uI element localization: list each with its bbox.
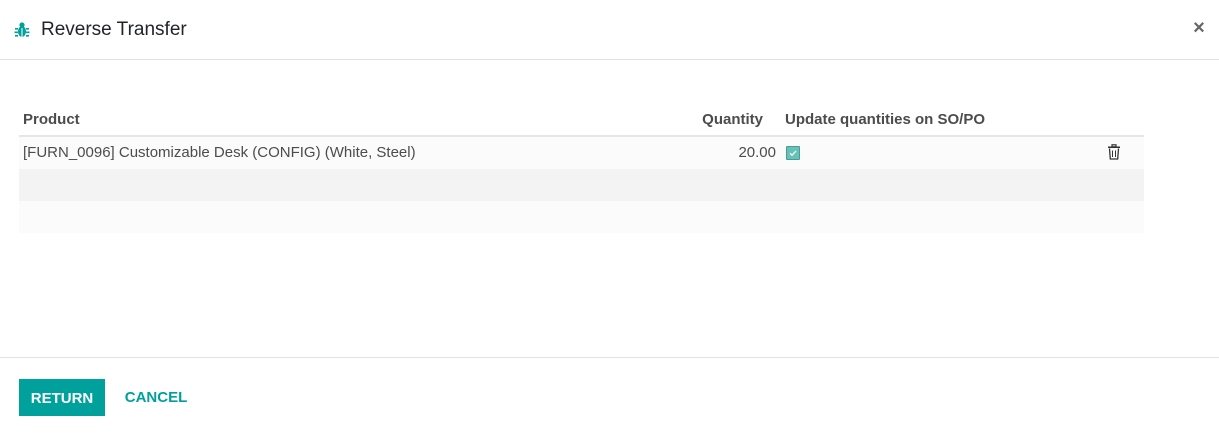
bug-icon (14, 21, 30, 39)
column-header-product[interactable]: Product (23, 111, 80, 129)
close-button[interactable]: × (1191, 17, 1207, 39)
trash-icon[interactable] (1107, 144, 1121, 160)
column-header-quantity[interactable]: Quantity (702, 111, 763, 129)
table-header: Product Quantity Update quantities on SO… (19, 101, 1144, 137)
table-row[interactable]: [FURN_0096] Customizable Desk (CONFIG) (… (19, 137, 1144, 169)
table-row-empty (19, 169, 1144, 201)
quantity-cell[interactable]: 20.00 (738, 144, 776, 162)
dialog-title: Reverse Transfer (41, 19, 187, 40)
reverse-transfer-dialog: Reverse Transfer × Product Quantity Upda… (0, 0, 1219, 441)
column-header-update-quantities[interactable]: Update quantities on SO/PO (785, 111, 985, 129)
table-row-empty (19, 201, 1144, 233)
product-cell[interactable]: [FURN_0096] Customizable Desk (CONFIG) (… (23, 144, 416, 162)
cancel-button[interactable]: CANCEL (118, 379, 194, 416)
dialog-footer: RETURN CANCEL (0, 357, 1219, 441)
return-button[interactable]: RETURN (19, 379, 105, 416)
return-lines-table: Product Quantity Update quantities on SO… (19, 101, 1144, 233)
dialog-header: Reverse Transfer × (0, 0, 1219, 60)
update-quantities-checkbox[interactable] (786, 146, 800, 160)
